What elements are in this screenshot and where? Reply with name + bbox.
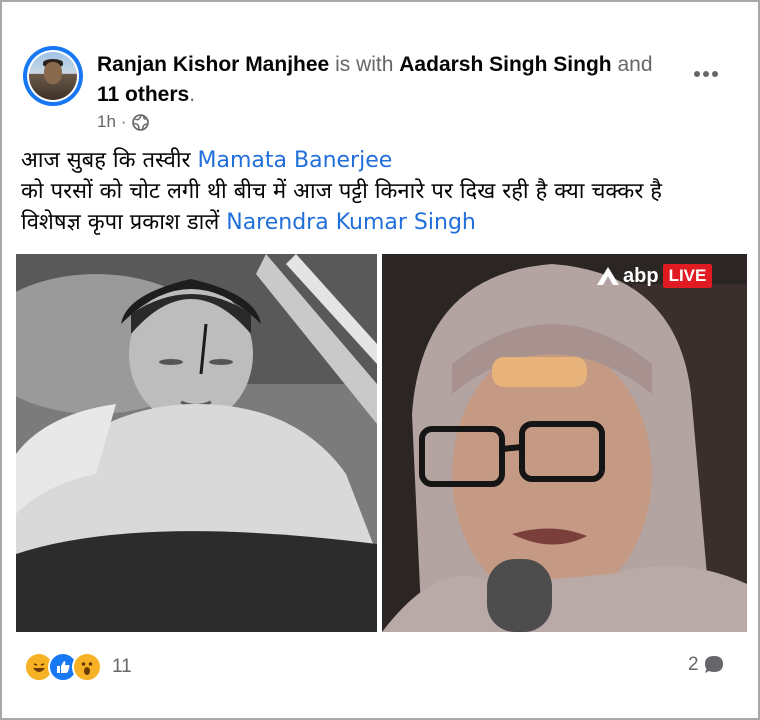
avatar-photo [29, 52, 77, 100]
post-card: Ranjan Kishor Manjhee is with Aadarsh Si… [0, 0, 760, 720]
post-photo-left[interactable] [16, 254, 377, 632]
wow-icon [72, 652, 102, 682]
abp-logo-icon [597, 267, 619, 285]
mention-narendra[interactable]: Narendra Kumar Singh [226, 210, 476, 235]
reactions-summary[interactable]: 11 [24, 652, 132, 682]
hospital-photo-image [16, 254, 377, 632]
tagged-others[interactable]: 11 others [97, 83, 189, 106]
post-time[interactable]: 1h [97, 112, 116, 132]
mention-mamata[interactable]: Mamata Banerjee [198, 148, 393, 173]
more-options-button[interactable] [690, 60, 722, 88]
post-meta: 1h · [97, 112, 149, 132]
and-text: and [617, 53, 653, 76]
post-header: Ranjan Kishor Manjhee is with Aadarsh Si… [97, 50, 687, 110]
more-dots-icon [694, 71, 718, 77]
post-photo-right[interactable]: abp LIVE [382, 254, 747, 632]
comments-summary[interactable]: 2 [688, 654, 725, 676]
avatar-ring [27, 50, 79, 102]
comment-count: 2 [688, 654, 699, 675]
comment-icon [704, 656, 723, 673]
reaction-count: 11 [112, 656, 132, 677]
abp-brand-text: abp [623, 264, 659, 287]
globe-icon[interactable] [131, 113, 149, 131]
news-photo-image [382, 254, 747, 632]
meta-separator: · [120, 112, 127, 131]
post-text: आज सुबह कि तस्वीर Mamata Banerjee को परस… [21, 145, 741, 238]
header-period: . [189, 83, 196, 106]
abp-live-badge: abp LIVE [597, 264, 713, 288]
with-text: is with [335, 53, 394, 76]
post-text-line2: को परसों को चोट लगी थी बीच में आज पट्टी … [21, 179, 662, 204]
live-tag: LIVE [662, 264, 713, 288]
author-name[interactable]: Ranjan Kishor Manjhee [97, 53, 329, 76]
post-text-line1: आज सुबह कि तस्वीर [21, 148, 191, 173]
author-avatar[interactable] [23, 46, 83, 106]
post-text-line3: विशेषज्ञ कृपा प्रकाश डालें [21, 210, 220, 235]
tagged-user[interactable]: Aadarsh Singh Singh [399, 53, 611, 76]
